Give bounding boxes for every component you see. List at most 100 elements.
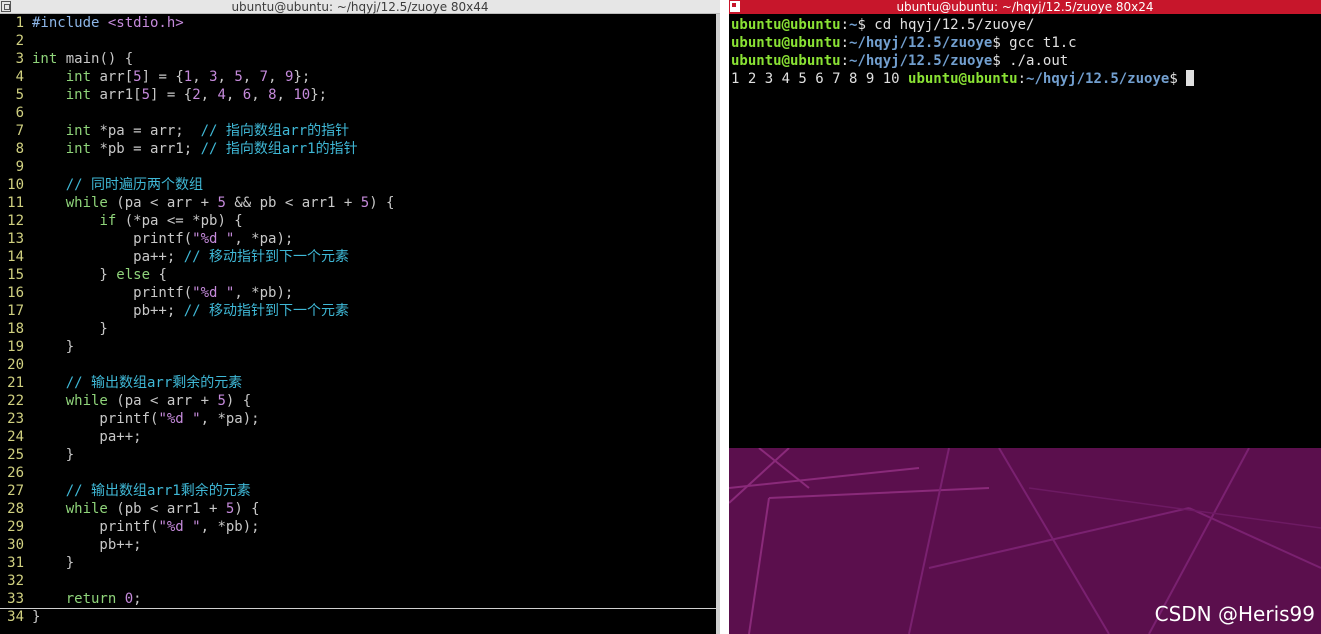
code-line[interactable]: 26 — [0, 464, 716, 482]
desktop-wallpaper: CSDN @Heris99 — [729, 448, 1321, 634]
code-token: *pb = arr1; — [91, 141, 201, 157]
code-token: , — [242, 69, 260, 85]
code-line[interactable]: 33 return 0; — [0, 590, 716, 609]
line-number: 19 — [7, 339, 24, 355]
code-token: 7 — [259, 69, 269, 85]
code-token: pa++; — [32, 429, 142, 445]
code-line[interactable]: 14 pa++; // 移动指针到下一个元素 — [0, 248, 716, 266]
vim-editor[interactable]: 1 #include <stdio.h> 2 3 int main() {4 int a… — [0, 14, 716, 634]
code-line[interactable]: 17 pb++; // 移动指针到下一个元素 — [0, 302, 716, 320]
line-number: 9 — [15, 159, 24, 175]
code-line[interactable]: 20 — [0, 356, 716, 374]
prompt-colon: : — [840, 17, 850, 33]
code-token: // 同时遍历两个数组 — [65, 177, 204, 193]
code-token: , *pa); — [234, 231, 294, 247]
line-number: 1 — [15, 15, 24, 31]
code-token: // 输出数组arr1剩余的元素 — [65, 483, 251, 499]
code-line[interactable]: 32 — [0, 572, 716, 590]
code-line[interactable]: 10 // 同时遍历两个数组 — [0, 176, 716, 194]
code-token: pb++; — [32, 537, 142, 553]
prompt-path: ~/hqyj/12.5/zuoye — [1026, 71, 1170, 87]
code-line[interactable]: 19 } — [0, 338, 716, 356]
code-token: } — [32, 267, 117, 283]
code-token: int — [65, 69, 92, 85]
code-token: printf( — [32, 411, 159, 427]
line-number: 31 — [7, 555, 24, 571]
code-line[interactable]: 24 pa++; — [0, 428, 716, 446]
line-number: 12 — [7, 213, 24, 229]
code-token: // 输出数组arr剩余的元素 — [65, 375, 243, 391]
code-token: int — [65, 141, 92, 157]
terminal-output[interactable]: ubuntu@ubuntu:~$ cd hqyj/12.5/zuoye/ubun… — [729, 14, 1321, 448]
code-line[interactable]: 29 printf("%d ", *pb); — [0, 518, 716, 536]
line-number: 13 — [7, 231, 24, 247]
line-number: 26 — [7, 465, 24, 481]
code-token: 5 — [217, 393, 226, 409]
shell-command: $ ./a.out — [992, 53, 1069, 69]
code-token: int — [65, 87, 92, 103]
code-token: && pb < arr1 + — [225, 195, 361, 211]
code-token: *pa = arr; — [91, 123, 201, 139]
code-token: 8 — [268, 87, 277, 103]
code-line[interactable]: 31 } — [0, 554, 716, 572]
code-line[interactable]: 15 } else { — [0, 266, 716, 284]
code-line[interactable]: 13 printf("%d ", *pa); — [0, 230, 716, 248]
line-number: 5 — [15, 87, 24, 103]
line-number: 14 — [7, 249, 24, 265]
line-number: 15 — [7, 267, 24, 283]
code-token: (pa < arr + — [107, 393, 218, 409]
code-token: pb++; — [32, 303, 184, 319]
code-line[interactable]: 18 } — [0, 320, 716, 338]
editor-window-titlebar[interactable]: ubuntu@ubuntu: ~/hqyj/12.5/zuoye 80x44 — [0, 0, 720, 14]
prompt-user: ubuntu@ubuntu — [731, 17, 841, 33]
code-token: int — [65, 123, 92, 139]
code-line[interactable]: 22 while (pa < arr + 5) { — [0, 392, 716, 410]
code-line[interactable]: 16 printf("%d ", *pb); — [0, 284, 716, 302]
code-line[interactable]: 9 — [0, 158, 716, 176]
shell-window-titlebar[interactable]: ubuntu@ubuntu: ~/hqyj/12.5/zuoye 80x24 — [729, 0, 1321, 14]
code-line[interactable]: 5 int arr1[5] = {2, 4, 6, 8, 10}; — [0, 86, 716, 104]
code-line[interactable]: 7 int *pa = arr; // 指向数组arr的指针 — [0, 122, 716, 140]
code-token: 6 — [242, 87, 252, 103]
code-token: 2 — [192, 87, 201, 103]
code-line[interactable]: 6 — [0, 104, 716, 122]
code-token: while — [65, 195, 108, 211]
code-line[interactable]: 23 printf("%d ", *pa); — [0, 410, 716, 428]
code-token: } — [32, 555, 75, 571]
code-token: 10 — [293, 87, 311, 103]
code-line[interactable]: 21 // 输出数组arr剩余的元素 — [0, 374, 716, 392]
code-token: "%d " — [192, 285, 235, 301]
code-line[interactable]: 8 int *pb = arr1; // 指向数组arr1的指针 — [0, 140, 716, 158]
code-line[interactable]: 34} — [0, 608, 716, 626]
shell-terminal-window[interactable]: ubuntu@ubuntu: ~/hqyj/12.5/zuoye 80x24 u… — [729, 0, 1321, 634]
code-line[interactable]: 28 while (pb < arr1 + 5) { — [0, 500, 716, 518]
code-line[interactable]: 2 — [0, 32, 716, 50]
terminal-line: ubuntu@ubuntu:~/hqyj/12.5/zuoye$ ./a.out — [731, 52, 1068, 70]
code-line[interactable]: 27 // 输出数组arr1剩余的元素 — [0, 482, 716, 500]
text-cursor — [1186, 70, 1195, 86]
line-number: 17 — [7, 303, 24, 319]
code-token: while — [65, 393, 108, 409]
line-number: 11 — [7, 195, 24, 211]
shell-window-title: ubuntu@ubuntu: ~/hqyj/12.5/zuoye 80x24 — [896, 0, 1154, 14]
code-line[interactable]: 12 if (*pa <= *pb) { — [0, 212, 716, 230]
code-token: "%d " — [192, 231, 235, 247]
code-token: ) { — [225, 393, 252, 409]
editor-terminal-window[interactable]: ubuntu@ubuntu: ~/hqyj/12.5/zuoye 80x44 1… — [0, 0, 720, 634]
code-token: // 指向数组arr1的指针 — [200, 141, 358, 157]
code-token: printf( — [32, 231, 193, 247]
terminal-line: ubuntu@ubuntu:~/hqyj/12.5/zuoye$ gcc t1.… — [731, 34, 1077, 52]
code-line[interactable]: 30 pb++; — [0, 536, 716, 554]
code-line[interactable]: 1 #include <stdio.h> — [0, 14, 716, 32]
code-token: 0 — [124, 591, 134, 607]
code-line[interactable]: 4 int arr[5] = {1, 3, 5, 7, 9}; — [0, 68, 716, 86]
code-line[interactable]: 3 int main() { — [0, 50, 716, 68]
code-token: 5 — [217, 195, 226, 211]
code-line[interactable]: 11 while (pa < arr + 5 && pb < arr1 + 5)… — [0, 194, 716, 212]
code-token: // 移动指针到下一个元素 — [183, 249, 350, 265]
code-line[interactable]: 25 } — [0, 446, 716, 464]
